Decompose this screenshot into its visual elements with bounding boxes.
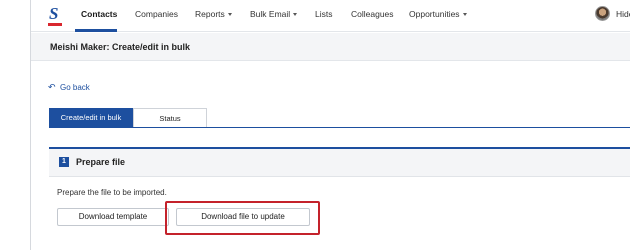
section-header: 1 Prepare file (49, 149, 630, 177)
nav-reports[interactable]: Reports (195, 9, 232, 19)
caret-down-icon (293, 13, 298, 17)
section-description: Prepare the file to be imported. (57, 188, 167, 197)
nav-colleagues[interactable]: Colleagues (351, 9, 394, 19)
nav-opportunities[interactable]: Opportunities (409, 9, 467, 19)
caret-down-icon (227, 13, 232, 17)
tab-status[interactable]: Status (133, 108, 207, 128)
logo-bar (48, 23, 62, 26)
caret-down-icon (462, 13, 467, 17)
logo-letter: S (49, 4, 59, 23)
nav-bulk-email[interactable]: Bulk Email (250, 9, 298, 19)
page-title-bar: Meishi Maker: Create/edit in bulk (31, 33, 630, 61)
page-title: Meishi Maker: Create/edit in bulk (50, 42, 191, 52)
tab-create-edit[interactable]: Create/edit in bulk (49, 108, 133, 128)
app-frame: S Contacts Companies Reports Bulk Email … (30, 0, 630, 250)
nav-lists[interactable]: Lists (315, 9, 332, 19)
step-number-badge: 1 (59, 157, 69, 167)
nav-reports-label: Reports (195, 9, 225, 19)
section-title: Prepare file (76, 157, 126, 167)
go-back-label: Go back (60, 83, 90, 92)
tabs-divider (49, 127, 630, 128)
user-avatar[interactable] (595, 6, 610, 21)
download-template-button[interactable]: Download template (57, 208, 169, 226)
active-nav-indicator (75, 29, 117, 32)
download-file-to-update-button[interactable]: Download file to update (176, 208, 310, 226)
user-name[interactable]: Hide (616, 9, 630, 19)
nav-contacts[interactable]: Contacts (81, 9, 117, 19)
top-nav: S Contacts Companies Reports Bulk Email … (31, 0, 630, 32)
back-arrow-icon: ↶ (48, 82, 56, 92)
nav-bulk-email-label: Bulk Email (250, 9, 291, 19)
go-back-link[interactable]: ↶ Go back (48, 82, 90, 93)
brand-logo[interactable]: S (48, 4, 62, 26)
nav-opportunities-label: Opportunities (409, 9, 460, 19)
nav-companies[interactable]: Companies (135, 9, 178, 19)
